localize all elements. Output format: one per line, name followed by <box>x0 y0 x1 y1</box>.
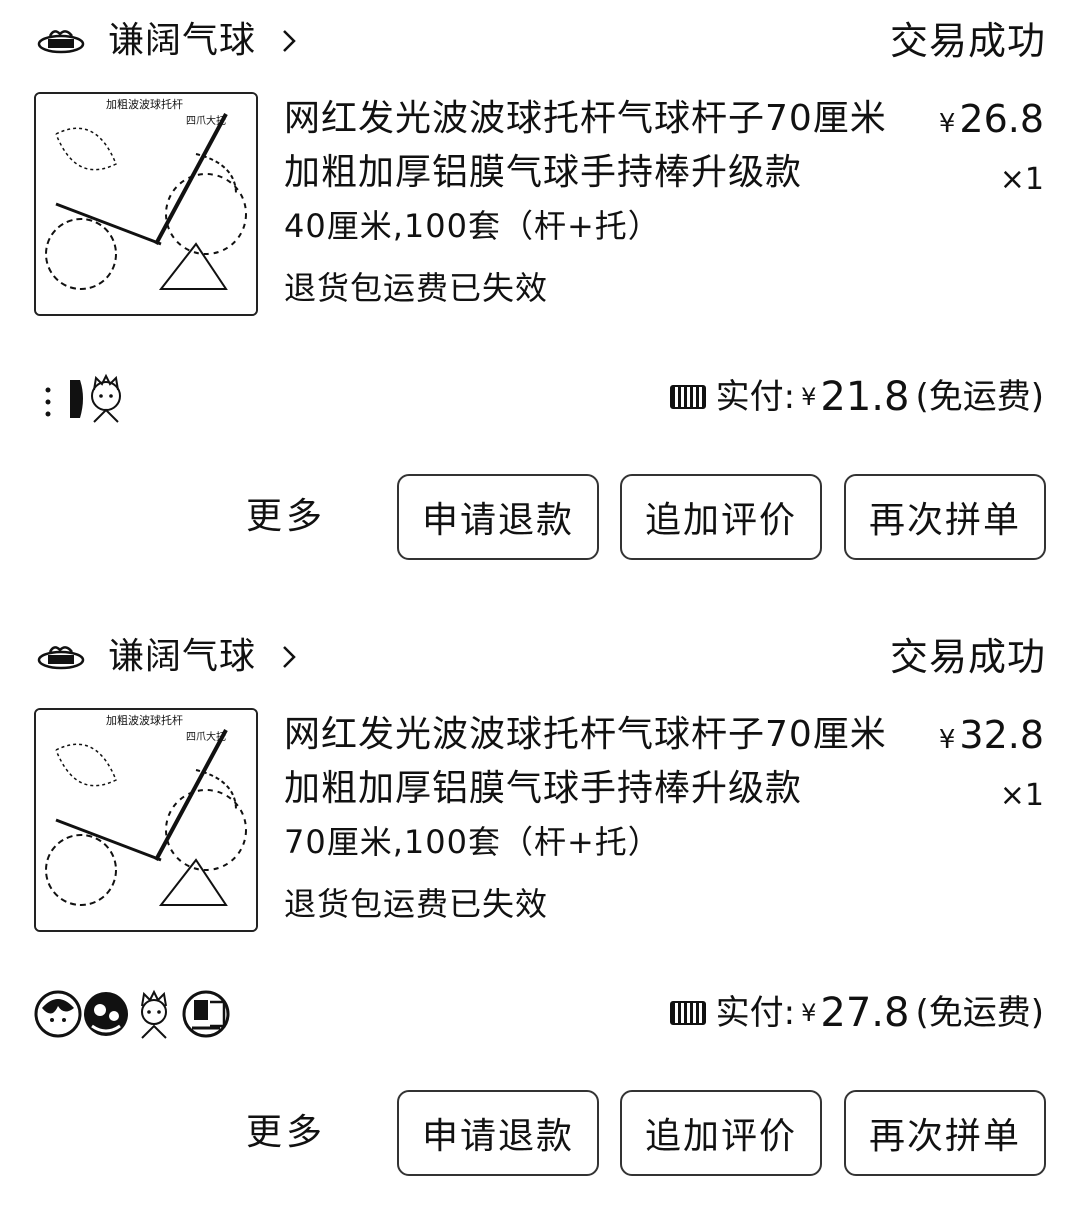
price-value: 26.8 <box>959 97 1044 141</box>
more-button[interactable]: 更多 <box>246 1108 326 1158</box>
currency-symbol: ¥ <box>801 999 817 1027</box>
paid-label: 实付: <box>715 993 796 1033</box>
product-price: ¥32.8 <box>939 710 1044 765</box>
refund-button[interactable]: 申请退款 <box>397 1090 599 1176</box>
order-status: 交易成功 <box>889 19 1046 63</box>
product-spec: 40厘米,100套（杆+托） <box>284 207 661 245</box>
group-buyer-avatars <box>34 986 234 1042</box>
product-title[interactable]: 网红发光波波球托杆气球杆子70厘米加粗加厚铝膜气球手持棒升级款 <box>284 92 904 200</box>
shop-logo-icon <box>37 30 85 54</box>
chevron-right-icon <box>283 646 296 668</box>
paid-amount: 21.8 <box>820 374 910 420</box>
product-spec: 70厘米,100套（杆+托） <box>284 823 661 861</box>
order-status: 交易成功 <box>889 635 1046 679</box>
shop-logo-icon <box>37 646 85 670</box>
svg-text:加粗波波球托杆: 加粗波波球托杆 <box>106 713 183 727</box>
shop-name: 谦阔气球 <box>108 20 257 61</box>
return-shipping-note: 退货包运费已失效 <box>284 269 549 307</box>
chevron-right-icon <box>283 30 296 52</box>
svg-text:加粗波波球托杆: 加粗波波球托杆 <box>106 97 183 111</box>
add-review-button[interactable]: 追加评价 <box>620 474 822 560</box>
paid-amount-row: 实付: ¥ 21.8 (免运费) <box>669 372 1044 422</box>
order-card: 谦阔气球 交易成功 加粗波波球托杆 四爪大托 网红发光波波球托杆气球杆子70厘米… <box>0 616 1080 1216</box>
product-price: ¥26.8 <box>939 94 1044 149</box>
shipping-note: (免运费) <box>915 993 1044 1033</box>
reorder-button[interactable]: 再次拼单 <box>844 474 1046 560</box>
shop-header[interactable]: 谦阔气球 交易成功 <box>0 0 1080 90</box>
paid-label: 实付: <box>715 377 796 417</box>
product-image: 加粗波波球托杆 四爪大托 <box>36 710 256 930</box>
currency-symbol: ¥ <box>801 383 817 411</box>
payment-badge-icon <box>669 1001 706 1025</box>
product-quantity: ×1 <box>999 162 1044 197</box>
price-value: 32.8 <box>959 713 1044 757</box>
avatar <box>45 373 121 423</box>
payment-badge-icon <box>669 385 706 409</box>
avatar <box>34 989 230 1039</box>
add-review-button[interactable]: 追加评价 <box>620 1090 822 1176</box>
return-shipping-note: 退货包运费已失效 <box>284 885 549 923</box>
currency-symbol: ¥ <box>938 109 956 139</box>
product-thumbnail[interactable]: 加粗波波球托杆 四爪大托 <box>34 708 258 932</box>
product-title[interactable]: 网红发光波波球托杆气球杆子70厘米加粗加厚铝膜气球手持棒升级款 <box>284 708 904 816</box>
order-card: 谦阔气球 交易成功 加粗波波球托杆 四爪大托 网红发光波波球托杆气球杆子70厘米… <box>0 0 1080 600</box>
currency-symbol: ¥ <box>938 725 956 755</box>
reorder-button[interactable]: 再次拼单 <box>844 1090 1046 1176</box>
group-buyer-avatars <box>34 370 124 426</box>
refund-button[interactable]: 申请退款 <box>397 474 599 560</box>
paid-amount: 27.8 <box>820 990 910 1036</box>
product-thumbnail[interactable]: 加粗波波球托杆 四爪大托 <box>34 92 258 316</box>
product-image: 加粗波波球托杆 四爪大托 <box>36 94 256 314</box>
shop-header[interactable]: 谦阔气球 交易成功 <box>0 616 1080 706</box>
paid-amount-row: 实付: ¥ 27.8 (免运费) <box>669 988 1044 1038</box>
shipping-note: (免运费) <box>915 377 1044 417</box>
shop-name: 谦阔气球 <box>108 636 257 677</box>
more-button[interactable]: 更多 <box>246 492 326 542</box>
product-quantity: ×1 <box>999 778 1044 813</box>
